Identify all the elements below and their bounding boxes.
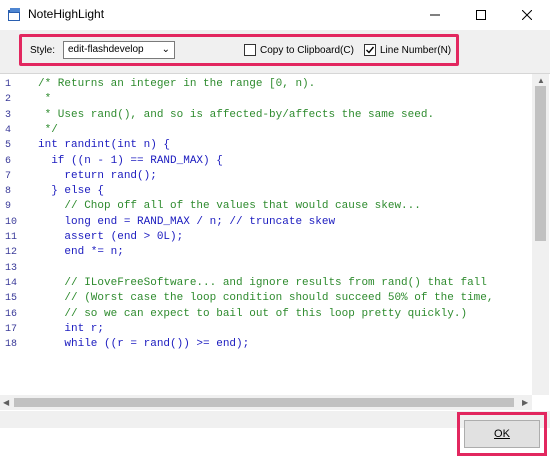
code-preview[interactable]: 1 /* Returns an integer in the range [0, …: [0, 73, 550, 411]
minimize-button[interactable]: [412, 0, 458, 30]
code-text: // so we can expect to bail out of this …: [38, 307, 468, 320]
line-number: 7: [5, 170, 12, 182]
line-number: 6: [5, 155, 12, 167]
line-number: 16: [5, 308, 18, 320]
code-line: 15 // (Worst case the loop condition sho…: [0, 291, 532, 306]
code-line: 9 // Chop off all of the values that wou…: [0, 199, 532, 214]
code-text: */: [38, 123, 58, 136]
maximize-button[interactable]: [458, 0, 504, 30]
line-number: 4: [5, 124, 12, 136]
code-text: if ((n - 1) == RAND_MAX) {: [38, 154, 223, 167]
line-number-label[interactable]: Line Number(N): [380, 45, 451, 56]
line-number: 13: [5, 262, 18, 274]
close-button[interactable]: [504, 0, 550, 30]
app-icon: [8, 8, 20, 21]
close-icon: [522, 10, 532, 20]
line-number: 1: [5, 79, 12, 90]
code-text: /* Returns an integer in the range [0, n…: [38, 78, 316, 90]
code-text: // (Worst case the loop condition should…: [38, 292, 494, 305]
scroll-right-icon[interactable]: ▶: [522, 398, 528, 407]
checkmark-icon: [366, 46, 375, 54]
line-number: 9: [5, 201, 12, 213]
code-text: * Uses rand(), and so is affected-by/aff…: [38, 108, 435, 121]
code-line: 14 // ILoveFreeSoftware... and ignore re…: [0, 276, 532, 291]
code-text: // Chop off all of the values that would…: [38, 200, 421, 213]
line-number: 5: [5, 140, 12, 152]
chevron-down-icon: ⌄: [161, 44, 170, 55]
code-text: // ILoveFreeSoftware... and ignore resul…: [38, 276, 487, 289]
code-text: while ((r = rand()) >= end);: [38, 338, 250, 351]
code-line: 4 */: [0, 123, 532, 138]
style-dropdown[interactable]: edit-flashdevelop ⌄: [63, 41, 175, 59]
code-line: 7 return rand();: [0, 169, 532, 184]
style-label: Style:: [30, 45, 56, 56]
line-number: 14: [5, 277, 18, 289]
code-line: 5 int randint(int n) {: [0, 138, 532, 153]
minimize-icon: [430, 14, 440, 16]
line-number-checkbox[interactable]: [364, 44, 376, 56]
code-text: } else {: [38, 185, 105, 198]
title-bar: NoteHighLight: [0, 0, 550, 30]
code-line: 12 end *= n;: [0, 245, 532, 260]
code-line: 8 } else {: [0, 184, 532, 199]
line-number: 17: [5, 323, 18, 335]
style-dropdown-value: edit-flashdevelop: [68, 44, 144, 55]
horizontal-scroll-thumb[interactable]: [14, 398, 514, 407]
code-text: end *= n;: [38, 246, 124, 259]
line-number: 2: [5, 94, 12, 106]
code-text: return rand();: [38, 169, 157, 182]
code-line: 3 * Uses rand(), and so is affected-by/a…: [0, 108, 532, 123]
line-number: 15: [5, 293, 18, 305]
copy-to-clipboard-label[interactable]: Copy to Clipboard(C): [260, 45, 354, 56]
line-number: 18: [5, 339, 18, 351]
ok-button[interactable]: OK: [464, 420, 540, 448]
code-line: 18 while ((r = rand()) >= end);: [0, 337, 532, 352]
maximize-icon: [476, 10, 486, 20]
line-number: 8: [5, 186, 12, 198]
copy-to-clipboard-checkbox[interactable]: [244, 44, 256, 56]
dialog-body: Style: edit-flashdevelop ⌄ Copy to Clipb…: [0, 30, 550, 456]
vertical-scroll-thumb[interactable]: [535, 86, 546, 241]
scroll-left-icon[interactable]: ◀: [3, 398, 9, 407]
code-line: 6 if ((n - 1) == RAND_MAX) {: [0, 154, 532, 169]
code-text: assert (end > 0L);: [38, 231, 184, 243]
code-line: 11 assert (end > 0L);: [0, 230, 532, 245]
code-line: 2 *: [0, 92, 532, 107]
line-number: 11: [5, 232, 18, 243]
code-line: 10 long end = RAND_MAX / n; // truncate …: [0, 215, 532, 230]
code-text: int r;: [38, 322, 105, 335]
code-line: 16 // so we can expect to bail out of th…: [0, 307, 532, 322]
code-line: 1 /* Returns an integer in the range [0, …: [0, 77, 532, 92]
ok-label: OK: [494, 428, 510, 440]
code-text: int randint(int n) {: [38, 139, 171, 152]
code-line: 17 int r;: [0, 322, 532, 337]
window-title: NoteHighLight: [28, 7, 105, 21]
scroll-up-icon[interactable]: ▲: [537, 76, 545, 85]
line-number: 10: [5, 216, 18, 228]
code-line: 13: [0, 261, 532, 276]
line-number: 12: [5, 247, 18, 259]
line-number: 3: [5, 109, 12, 121]
code-text: *: [38, 93, 52, 106]
code-text: long end = RAND_MAX / n; // truncate ske…: [38, 215, 336, 228]
